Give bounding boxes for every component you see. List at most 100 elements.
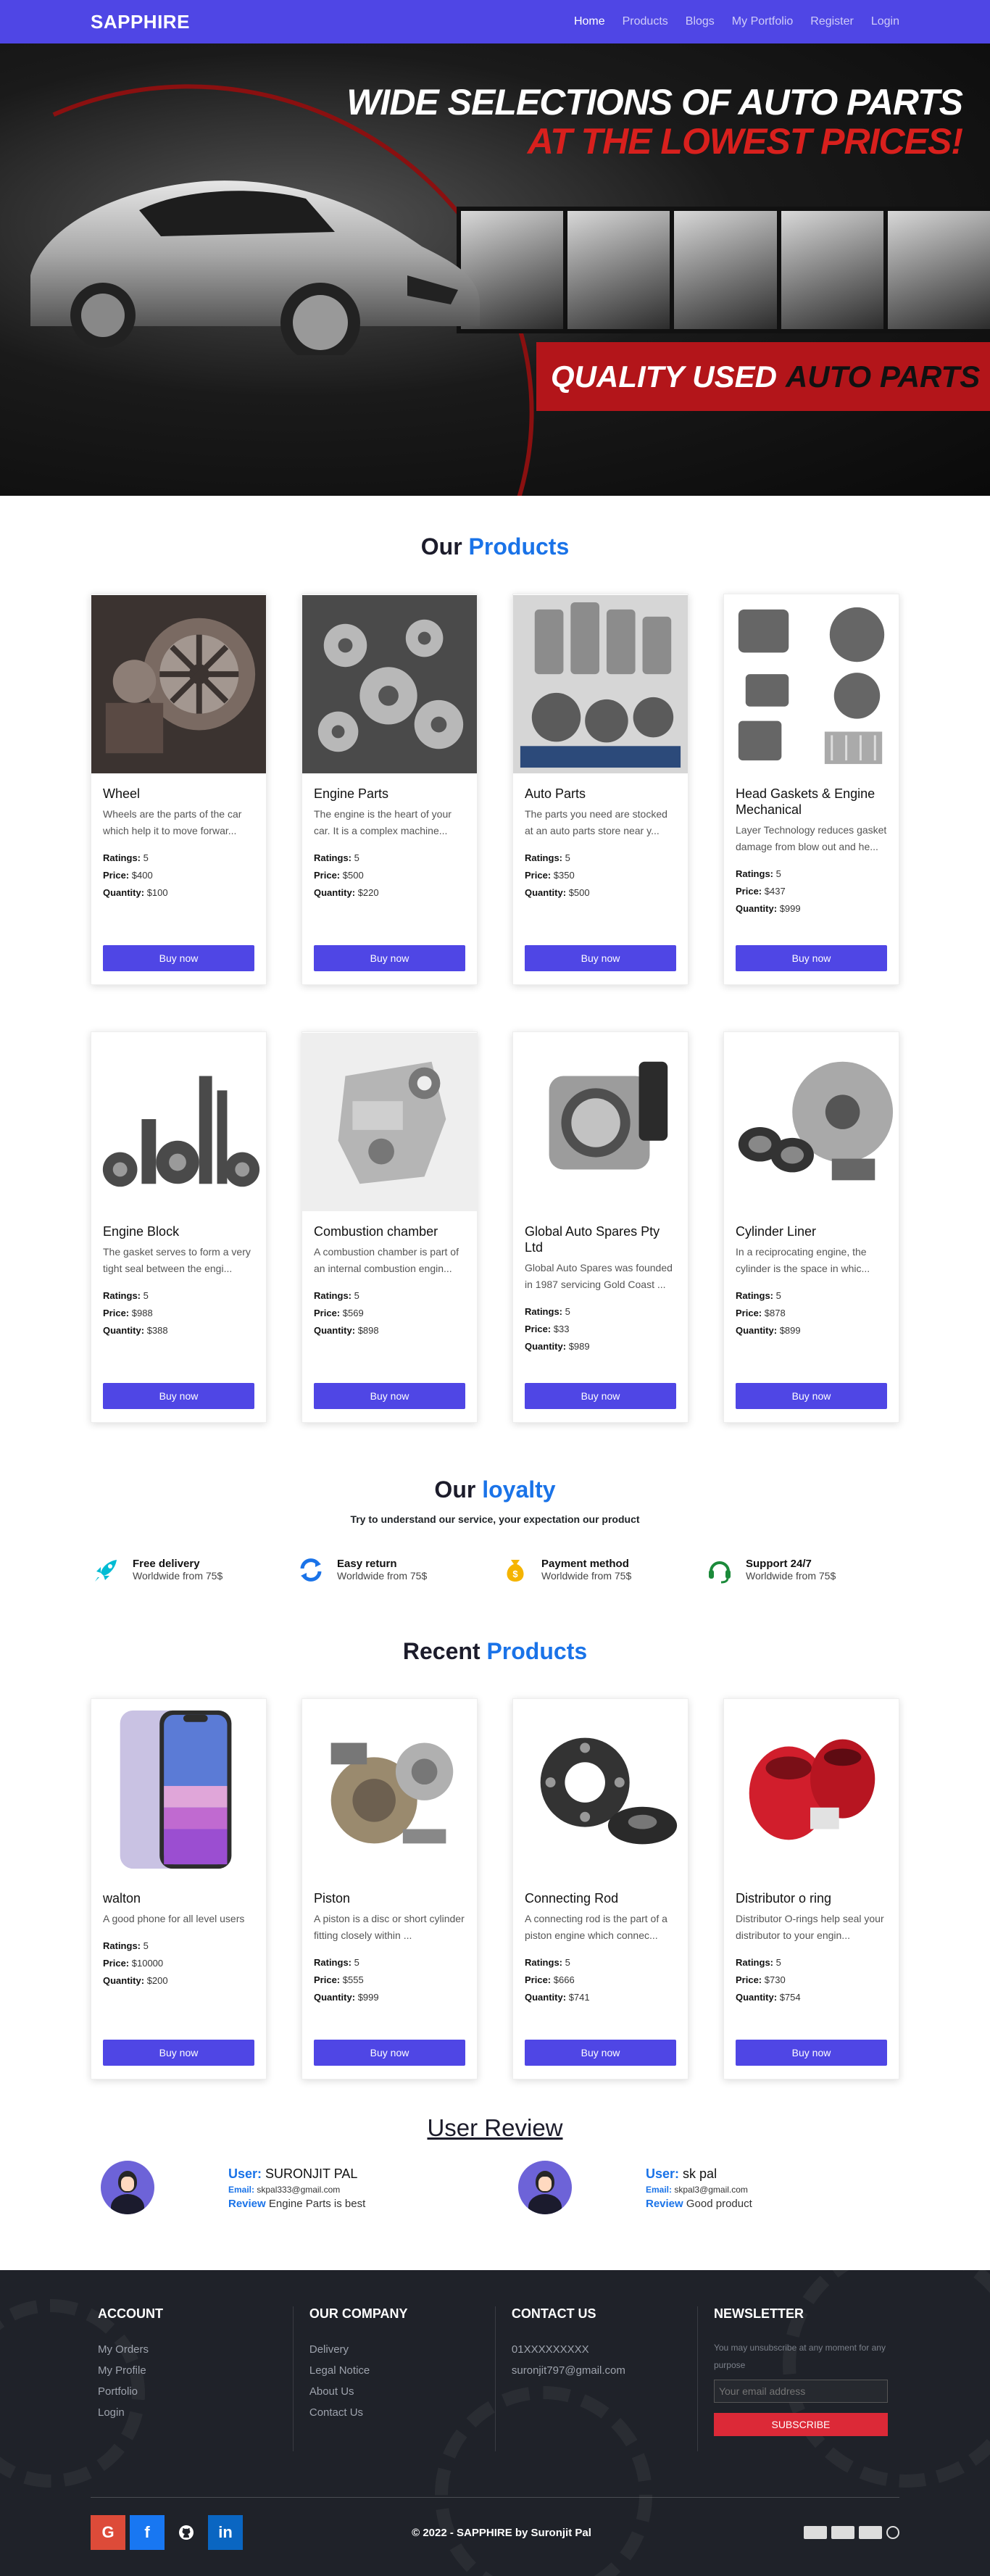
footer-email[interactable]: suronjit797@gmail.com bbox=[512, 2360, 697, 2381]
wheel-image[interactable] bbox=[91, 594, 266, 774]
buy-now-button[interactable]: Buy now bbox=[736, 2040, 887, 2066]
buy-now-button[interactable]: Buy now bbox=[525, 2040, 676, 2066]
red-part-image[interactable] bbox=[724, 1699, 899, 1879]
review-text-label: Review bbox=[646, 2198, 683, 2210]
hero-parts-strip bbox=[457, 207, 990, 333]
hero-banner-dark: AUTO PARTS bbox=[785, 359, 981, 394]
newsletter-email-input[interactable] bbox=[713, 2380, 888, 2403]
product-price: Price: $350 bbox=[525, 867, 676, 884]
ratings-label: Ratings: bbox=[103, 852, 141, 863]
quantity-value: $388 bbox=[146, 1325, 168, 1336]
product-quantity: Quantity: $754 bbox=[736, 1989, 887, 2006]
product-description: The parts you need are stocked at an aut… bbox=[525, 808, 667, 836]
buy-now-button[interactable]: Buy now bbox=[525, 1383, 676, 1409]
nav-register[interactable]: Register bbox=[810, 15, 854, 28]
footer-link-delivery[interactable]: Delivery bbox=[309, 2339, 495, 2360]
price-label: Price: bbox=[314, 1974, 341, 1985]
review-card: User: sk pal Email: skpal3@gmail.com Rev… bbox=[508, 2161, 899, 2214]
product-card: Head Gaskets & Engine Mechanical Layer Te… bbox=[723, 594, 899, 985]
loyalty-title: Payment method bbox=[541, 1557, 629, 1570]
social-links: G f in bbox=[91, 2515, 243, 2550]
recent-heading: Recent Products bbox=[0, 1638, 990, 1665]
buy-now-button[interactable]: Buy now bbox=[314, 1383, 465, 1409]
phone-image[interactable] bbox=[91, 1699, 266, 1879]
review-text-label: Review bbox=[228, 2198, 266, 2210]
buy-now-button[interactable]: Buy now bbox=[736, 1383, 887, 1409]
hero-line-1: WIDE SELECTIONS OF AUTO PARTS bbox=[346, 82, 963, 122]
recent-grid: walton A good phone for all level users Ra… bbox=[0, 1698, 990, 2080]
throttle-image[interactable] bbox=[513, 1032, 688, 1212]
loyalty-title: Support 24/7 bbox=[746, 1557, 812, 1570]
product-description: Layer Technology reduces gasket damage f… bbox=[736, 824, 887, 852]
product-ratings: Ratings: 5 bbox=[314, 1287, 465, 1305]
footer-link-contact-us[interactable]: Contact Us bbox=[309, 2402, 495, 2423]
footer-link-portfolio[interactable]: Portfolio bbox=[98, 2381, 293, 2402]
footer-link-legal-notice[interactable]: Legal Notice bbox=[309, 2360, 495, 2381]
money-bag-icon: $ bbox=[499, 1554, 531, 1586]
paypal-icon bbox=[886, 2526, 899, 2539]
product-description: In a reciprocating engine, the cylinder … bbox=[736, 1246, 870, 1274]
price-value: $437 bbox=[764, 886, 786, 897]
facebook-icon[interactable]: f bbox=[130, 2515, 165, 2550]
ratings-value: 5 bbox=[354, 1957, 359, 1968]
quantity-label: Quantity: bbox=[736, 903, 778, 914]
ratings-value: 5 bbox=[354, 1290, 359, 1301]
product-price: Price: $400 bbox=[103, 867, 254, 884]
footer-link-login[interactable]: Login bbox=[98, 2402, 293, 2423]
price-value: $730 bbox=[764, 1974, 786, 1985]
product-quantity: Quantity: $999 bbox=[736, 900, 887, 918]
loyalty-title: Easy return bbox=[337, 1557, 397, 1570]
product-description: A connecting rod is the part of a piston… bbox=[525, 1913, 667, 1941]
ratings-label: Ratings: bbox=[525, 1306, 562, 1317]
ratings-value: 5 bbox=[775, 868, 781, 879]
engine-parts-image[interactable] bbox=[302, 594, 477, 774]
brake-image[interactable] bbox=[724, 1032, 899, 1212]
product-card: Piston A piston is a disc or short cylind… bbox=[301, 1698, 478, 2080]
footer-link-about-us[interactable]: About Us bbox=[309, 2381, 495, 2402]
quantity-label: Quantity: bbox=[103, 887, 145, 898]
price-label: Price: bbox=[736, 886, 762, 897]
buy-now-button[interactable]: Buy now bbox=[103, 1383, 254, 1409]
subscribe-button[interactable]: SUBSCRIBE bbox=[713, 2413, 888, 2436]
turbo-image[interactable] bbox=[302, 1699, 477, 1879]
product-card: Distributor o ring Distributor O-rings he… bbox=[723, 1698, 899, 2080]
nav-products[interactable]: Products bbox=[623, 15, 668, 28]
rocket-icon bbox=[91, 1554, 122, 1586]
quantity-value: $100 bbox=[146, 887, 168, 898]
quantity-value: $200 bbox=[146, 1975, 168, 1986]
nav-login[interactable]: Login bbox=[871, 15, 899, 28]
quantity-value: $741 bbox=[568, 1992, 590, 2003]
spacer-image[interactable] bbox=[513, 1699, 688, 1879]
nav-portfolio[interactable]: My Portfolio bbox=[732, 15, 793, 28]
product-quantity: Quantity: $989 bbox=[525, 1338, 676, 1355]
footer-link-my-profile[interactable]: My Profile bbox=[98, 2360, 293, 2381]
engine-block-image[interactable] bbox=[91, 1032, 266, 1212]
quantity-value: $500 bbox=[568, 887, 590, 898]
quantity-label: Quantity: bbox=[103, 1975, 145, 1986]
product-ratings: Ratings: 5 bbox=[103, 1287, 254, 1305]
footer-link-my-orders[interactable]: My Orders bbox=[98, 2339, 293, 2360]
buy-now-button[interactable]: Buy now bbox=[314, 2040, 465, 2066]
github-icon[interactable] bbox=[169, 2515, 204, 2550]
visa-icon bbox=[831, 2526, 854, 2539]
buy-now-button[interactable]: Buy now bbox=[525, 945, 676, 971]
product-description: A good phone for all level users bbox=[103, 1913, 245, 1924]
buy-now-button[interactable]: Buy now bbox=[103, 945, 254, 971]
combustion-image[interactable] bbox=[302, 1032, 477, 1212]
price-value: $33 bbox=[553, 1324, 570, 1334]
linkedin-icon[interactable]: in bbox=[208, 2515, 243, 2550]
gaskets-image[interactable] bbox=[724, 594, 899, 774]
product-quantity: Quantity: $899 bbox=[736, 1322, 887, 1339]
nav-blogs[interactable]: Blogs bbox=[686, 15, 715, 28]
buy-now-button[interactable]: Buy now bbox=[314, 945, 465, 971]
nav-home[interactable]: Home bbox=[574, 15, 605, 28]
brand-logo[interactable]: SAPPHIRE bbox=[91, 11, 190, 33]
product-price: Price: $569 bbox=[314, 1305, 465, 1322]
quantity-label: Quantity: bbox=[314, 887, 356, 898]
ratings-label: Ratings: bbox=[525, 852, 562, 863]
google-icon[interactable]: G bbox=[91, 2515, 125, 2550]
buy-now-button[interactable]: Buy now bbox=[103, 2040, 254, 2066]
auto-parts-image[interactable] bbox=[513, 594, 688, 774]
buy-now-button[interactable]: Buy now bbox=[736, 945, 887, 971]
product-ratings: Ratings: 5 bbox=[736, 1287, 887, 1305]
